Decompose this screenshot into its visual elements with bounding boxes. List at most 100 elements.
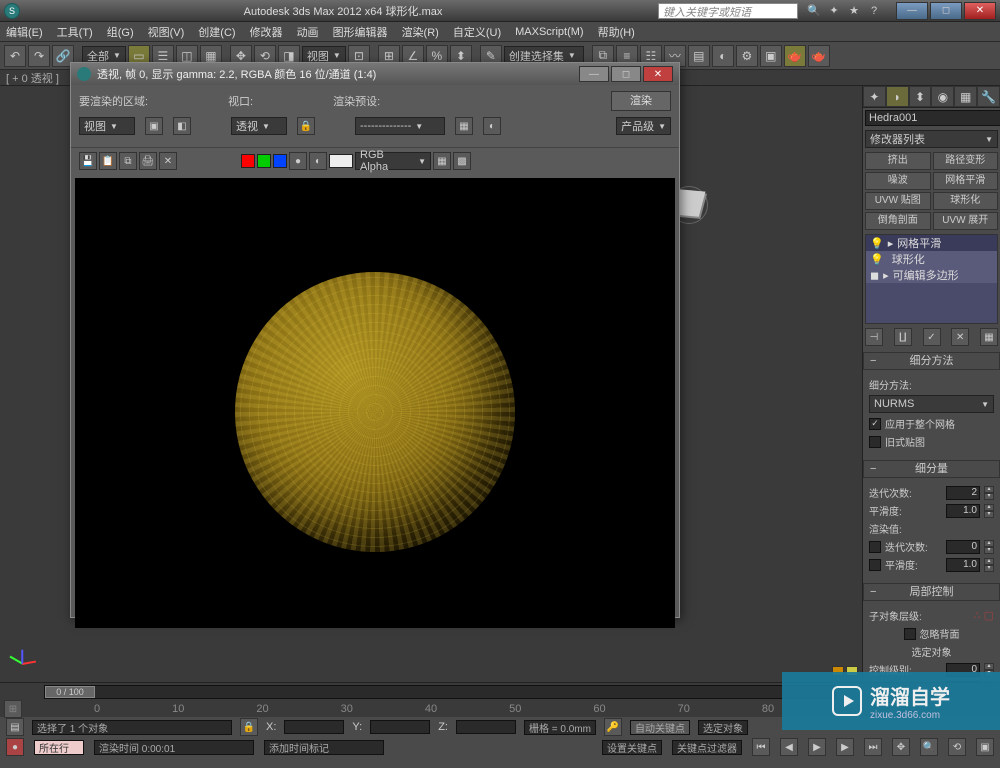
play-prev-button[interactable]: ◀ — [780, 738, 798, 756]
close-button[interactable]: ✕ — [964, 2, 996, 20]
preset-dropdown[interactable]: --------------▼ — [355, 117, 445, 135]
add-time-tag-button[interactable]: 添加时间标记 — [264, 740, 384, 755]
render-iter-check[interactable] — [869, 541, 881, 553]
render-close-button[interactable]: ✕ — [643, 66, 673, 82]
menu-tools[interactable]: 工具(T) — [57, 24, 93, 40]
macro-rec-button[interactable]: ● — [6, 738, 24, 756]
render-minimize-button[interactable]: — — [579, 66, 609, 82]
rollout-subdiv-amount[interactable]: 细分量 — [863, 460, 1000, 478]
channel-green[interactable] — [257, 154, 271, 168]
layer-name[interactable]: 所在行 — [34, 740, 84, 755]
env-button[interactable]: ◐ — [483, 117, 501, 135]
menu-edit[interactable]: 编辑(E) — [6, 24, 43, 40]
viewport-label[interactable]: [ + 0 透视 ] — [6, 70, 59, 86]
menu-maxscript[interactable]: MAXScript(M) — [515, 26, 583, 38]
material-editor-button[interactable]: ◐ — [712, 45, 734, 67]
nav-pan-button[interactable]: ✥ — [892, 738, 910, 756]
info-icon[interactable]: ? — [866, 3, 882, 19]
render-setup-button[interactable]: ⚙ — [736, 45, 758, 67]
menu-rendering[interactable]: 渲染(R) — [402, 24, 439, 40]
utilities-tab[interactable]: 🔧 — [977, 86, 1000, 107]
rollout-subdiv-method[interactable]: 细分方法 — [863, 352, 1000, 370]
play-start-button[interactable]: ⏮ — [752, 738, 770, 756]
render-maximize-button[interactable]: ◻ — [611, 66, 641, 82]
configure-button[interactable]: ▦ — [980, 328, 998, 346]
render-output-viewport[interactable] — [75, 178, 675, 628]
mono-button[interactable]: ◐ — [309, 152, 327, 170]
mod-btn-unwrap[interactable]: UVW 展开 — [933, 212, 999, 230]
remove-mod-button[interactable]: ✕ — [951, 328, 969, 346]
iter-spin-buttons[interactable]: ▴▾ — [984, 486, 994, 500]
play-button[interactable]: ▶ — [808, 738, 826, 756]
key-filters-button[interactable]: 关键点过滤器 — [672, 740, 742, 755]
help-search-input[interactable]: 键入关键字或短语 — [658, 3, 798, 19]
redo-button[interactable]: ↷ — [28, 45, 50, 67]
favorites-icon[interactable]: ★ — [846, 3, 862, 19]
region-auto-button[interactable]: ◧ — [173, 117, 191, 135]
minimize-button[interactable]: — — [896, 2, 928, 20]
viewport-dropdown[interactable]: 透视▼ — [231, 117, 287, 135]
mod-btn-extrude[interactable]: 挤出 — [865, 152, 931, 170]
mod-btn-uvwmap[interactable]: UVW 贴图 — [865, 192, 931, 210]
help-icon[interactable]: ✦ — [826, 3, 842, 19]
stack-item-meshsmooth[interactable]: 💡▸网格平滑 — [866, 235, 997, 251]
save-image-button[interactable]: 💾 — [79, 152, 97, 170]
object-name-input[interactable] — [865, 110, 1000, 126]
region-dropdown[interactable]: 视图▼ — [79, 117, 135, 135]
render-button[interactable]: 🫖 — [784, 45, 806, 67]
clone-button[interactable]: ⧉ — [119, 152, 137, 170]
production-dropdown[interactable]: 产品级▼ — [616, 117, 671, 135]
show-result-button[interactable]: ∐ — [894, 328, 912, 346]
undo-button[interactable]: ↶ — [4, 45, 26, 67]
copy-image-button[interactable]: 📋 — [99, 152, 117, 170]
time-slider-handle[interactable]: 0 / 100 — [45, 686, 95, 698]
old-mapping-check[interactable] — [869, 436, 881, 448]
modify-tab[interactable]: ◗ — [886, 86, 909, 107]
subdiv-method-dropdown[interactable]: NURMS▼ — [869, 395, 994, 413]
hierarchy-tab[interactable]: ⬍ — [909, 86, 932, 107]
pin-stack-button[interactable]: ⊣ — [865, 328, 883, 346]
mod-btn-meshsmooth[interactable]: 网格平滑 — [933, 172, 999, 190]
mod-btn-pathdeform[interactable]: 路径变形 — [933, 152, 999, 170]
unique-button[interactable]: ✓ — [923, 328, 941, 346]
render-smooth-spinner[interactable] — [946, 558, 980, 572]
render-iter-spinner[interactable] — [946, 540, 980, 554]
lock-viewport-button[interactable]: 🔒 — [297, 117, 315, 135]
overlay-a-button[interactable]: ▦ — [433, 152, 451, 170]
display-tab[interactable]: ▦ — [954, 86, 977, 107]
nav-orbit-button[interactable]: ⟲ — [948, 738, 966, 756]
mod-btn-spherify[interactable]: 球形化 — [933, 192, 999, 210]
channel-blue[interactable] — [273, 154, 287, 168]
play-end-button[interactable]: ⏭ — [864, 738, 882, 756]
y-coord-input[interactable] — [370, 720, 430, 734]
render-frame-button[interactable]: ▣ — [760, 45, 782, 67]
render-window-titlebar[interactable]: 透视, 帧 0, 显示 gamma: 2.2, RGBA 颜色 16 位/通道 … — [71, 63, 679, 85]
overlay-b-button[interactable]: ▩ — [453, 152, 471, 170]
menu-graph[interactable]: 图形编辑器 — [333, 24, 388, 40]
key-mode-button[interactable]: 🔑 — [604, 718, 622, 736]
region-edit-button[interactable]: ▣ — [145, 117, 163, 135]
ignore-backface-check[interactable] — [904, 628, 916, 640]
channel-red[interactable] — [241, 154, 255, 168]
render-prod-button[interactable]: 🫖 — [808, 45, 830, 67]
mod-btn-noise[interactable]: 噪波 — [865, 172, 931, 190]
modifier-stack[interactable]: 💡▸网格平滑 💡球形化 ◼▸可编辑多边形 — [865, 234, 998, 324]
nav-zoom-button[interactable]: 🔍 — [920, 738, 938, 756]
play-next-button[interactable]: ▶ — [836, 738, 854, 756]
nav-max-button[interactable]: ▣ — [976, 738, 994, 756]
render-button-main[interactable]: 渲染 — [611, 91, 671, 111]
menu-modifiers[interactable]: 修改器 — [250, 24, 283, 40]
print-button[interactable]: 🖨 — [139, 152, 157, 170]
menu-create[interactable]: 创建(C) — [198, 24, 235, 40]
menu-help[interactable]: 帮助(H) — [598, 24, 635, 40]
render-setup-icon[interactable]: ▦ — [455, 117, 473, 135]
rollout-local-control[interactable]: 局部控制 — [863, 583, 1000, 601]
z-coord-input[interactable] — [456, 720, 516, 734]
apply-whole-mesh-check[interactable]: ✓ — [869, 418, 881, 430]
x-coord-input[interactable] — [284, 720, 344, 734]
clear-button[interactable]: ✕ — [159, 152, 177, 170]
create-tab[interactable]: ✦ — [863, 86, 886, 107]
render-smooth-check[interactable] — [869, 559, 881, 571]
schematic-button[interactable]: ▤ — [688, 45, 710, 67]
stack-item-spherify[interactable]: 💡球形化 — [866, 251, 997, 267]
